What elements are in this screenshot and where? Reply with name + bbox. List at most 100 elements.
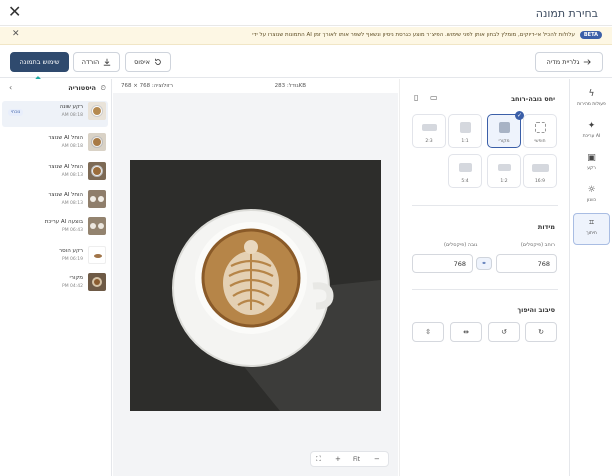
history-item-time: AM 08:18 bbox=[61, 113, 83, 118]
portrait-orientation-icon[interactable]: ▯ bbox=[414, 93, 418, 102]
rail-ai-edit[interactable]: ✦ עריכת AI bbox=[573, 117, 610, 149]
rotate-left-button[interactable]: ↺ bbox=[488, 322, 520, 342]
beta-badge: BETA bbox=[579, 31, 602, 39]
reset-button[interactable]: איפוס bbox=[125, 52, 171, 72]
height-label: גובה (פיקסלים) bbox=[444, 242, 478, 248]
beta-banner: BETA התמונות שנוצרו על ידי AI עלולות להכ… bbox=[0, 27, 612, 45]
rail-quick-actions[interactable]: ϟ פעולות מהירות bbox=[573, 85, 610, 117]
ratio-1-1[interactable]: 1:1 bbox=[448, 114, 482, 148]
banner-text: התמונות שנוצרו על ידי AI עלולות להכיל אי… bbox=[252, 32, 575, 38]
ratio-shape bbox=[460, 122, 471, 133]
close-icon[interactable]: ✕ bbox=[8, 3, 21, 21]
use-image-label: שימוש בתמונה bbox=[19, 58, 60, 66]
history-item-name: שנוצר AI הוחל bbox=[48, 135, 83, 141]
crop-icon: ⌗ bbox=[588, 218, 595, 228]
ratio-shape bbox=[422, 124, 437, 131]
rail-label: חיתוך bbox=[586, 231, 597, 236]
height-field[interactable]: 768 bbox=[412, 254, 473, 273]
width-field[interactable]: 768 bbox=[496, 254, 557, 273]
ratio-shape bbox=[499, 122, 510, 133]
history-item[interactable]: עריכת AI בוצעה PM 06:43 bbox=[2, 216, 108, 242]
media-gallery-label: גלריית מדיה bbox=[546, 58, 580, 66]
rail-adjust[interactable]: ☼ כוונון bbox=[573, 181, 610, 213]
bolt-icon: ϟ bbox=[588, 89, 595, 99]
history-icon: ⏲ bbox=[100, 84, 106, 92]
width-value: 768 bbox=[537, 260, 550, 268]
history-item-name: שנוצר AI הוחל bbox=[48, 192, 83, 198]
image-icon: ▣ bbox=[587, 153, 596, 163]
ratio-label: 5:4 bbox=[461, 179, 469, 184]
history-item-time: AM 08:13 bbox=[61, 173, 83, 178]
flip-horizontal-icon: ⇹ bbox=[463, 328, 469, 336]
magic-wand-icon: ✦ bbox=[587, 121, 596, 131]
history-item[interactable]: שנוצר AI הוחל AM 08:13 bbox=[2, 161, 108, 187]
rail-label: כוונון bbox=[586, 198, 597, 203]
coffee-image[interactable] bbox=[130, 160, 381, 411]
ratio-16-9[interactable]: 16:9 bbox=[523, 154, 557, 188]
history-item[interactable]: שנוצר AI הוחל AM 08:18 bbox=[2, 132, 108, 158]
flip-vertical-button[interactable]: ⇳ bbox=[412, 322, 444, 342]
flip-horizontal-button[interactable]: ⇹ bbox=[450, 322, 482, 342]
history-thumbnail bbox=[88, 162, 106, 180]
rotate-right-button[interactable]: ↻ bbox=[525, 322, 557, 342]
rail-crop[interactable]: ⌗ חיתוך bbox=[573, 213, 610, 245]
ratio-2-3[interactable]: 2:3 bbox=[412, 114, 446, 148]
history-thumbnail bbox=[88, 190, 106, 208]
toolbar: שימוש בתמונה הורדה איפוס גלריית מדיה bbox=[0, 46, 612, 78]
check-icon: ✓ bbox=[515, 111, 524, 120]
history-thumbnail bbox=[88, 273, 106, 291]
ratio-free[interactable]: חופשי bbox=[523, 114, 557, 148]
history-header: ⏲ היסטוריה ‹ bbox=[0, 79, 112, 97]
ratio-shape bbox=[459, 163, 472, 172]
ratio-5-4[interactable]: 5:4 bbox=[448, 154, 482, 188]
image-canvas: ⛶ + Fit − bbox=[113, 93, 398, 476]
ratio-label: 1:1 bbox=[461, 139, 469, 144]
ratio-1-2[interactable]: 1:2 bbox=[487, 154, 521, 188]
history-item-name: עריכת AI בוצעה bbox=[44, 219, 83, 225]
rail-background[interactable]: ▣ רקע bbox=[573, 149, 610, 181]
rail-label: רקע bbox=[587, 166, 596, 171]
history-panel: ⏲ היסטוריה ‹ רקע שונה AM 08:18 נוכחי שנו… bbox=[0, 79, 112, 476]
rail-label: עריכת AI bbox=[582, 134, 601, 139]
image-info-bar: גודל: 283KB רזולוציה: 768 × 768 bbox=[113, 79, 398, 93]
ratio-label: 2:3 bbox=[425, 139, 433, 144]
ratio-original[interactable]: מקורי ✓ bbox=[487, 111, 524, 148]
latte-art-illustration bbox=[130, 160, 381, 411]
fit-button[interactable]: Fit bbox=[353, 456, 360, 463]
reset-label: איפוס bbox=[134, 58, 150, 66]
rail-label: פעולות מהירות bbox=[577, 102, 606, 107]
zoom-out-button[interactable]: − bbox=[374, 455, 380, 463]
width-label: רוחב (פיקסלים) bbox=[520, 242, 555, 248]
ratio-label: חופשי bbox=[534, 139, 546, 144]
history-item-time: PM 04:42 bbox=[62, 284, 83, 289]
landscape-orientation-icon[interactable]: ▭ bbox=[430, 93, 438, 102]
zoom-in-button[interactable]: + bbox=[335, 455, 341, 463]
rotate-flip-title: סיבוב והיפוך bbox=[517, 306, 555, 314]
history-item-time: AM 08:13 bbox=[61, 201, 83, 206]
history-item-name: שנוצר AI הוחל bbox=[48, 164, 83, 170]
history-item-name: מקורי bbox=[69, 275, 83, 281]
divider bbox=[412, 289, 558, 290]
sun-icon: ☼ bbox=[587, 185, 596, 195]
history-thumbnail bbox=[88, 102, 106, 120]
history-item[interactable]: רקע הוסר PM 06:19 bbox=[2, 245, 108, 271]
collapse-history-icon[interactable]: ‹ bbox=[9, 83, 12, 92]
history-item[interactable]: רקע שונה AM 08:18 נוכחי bbox=[2, 101, 108, 127]
history-item-name: רקע הוסר bbox=[59, 248, 83, 254]
history-item[interactable]: שנוצר AI הוחל AM 08:13 bbox=[2, 189, 108, 215]
history-title: היסטוריה bbox=[68, 84, 96, 92]
image-resolution: רזולוציה: 768 × 768 bbox=[121, 83, 173, 89]
history-item[interactable]: מקורי PM 04:42 bbox=[2, 272, 108, 298]
file-size: גודל: 283KB bbox=[274, 83, 306, 89]
banner-close-icon[interactable]: ✕ bbox=[12, 29, 20, 39]
media-gallery-button[interactable]: גלריית מדיה bbox=[535, 52, 603, 72]
arrow-right-icon bbox=[584, 59, 592, 65]
history-thumbnail bbox=[88, 133, 106, 151]
history-item-time: PM 06:19 bbox=[62, 257, 83, 262]
tools-rail: ϟ פעולות מהירות ✦ עריכת AI ▣ רקע ☼ כוונו… bbox=[571, 79, 612, 476]
height-value: 768 bbox=[453, 260, 466, 268]
ratio-shape bbox=[498, 164, 511, 171]
lock-ratio-link-icon[interactable]: ⚭ bbox=[476, 257, 492, 270]
history-item-time: PM 06:43 bbox=[62, 228, 83, 233]
fullscreen-icon[interactable]: ⛶ bbox=[316, 455, 321, 464]
